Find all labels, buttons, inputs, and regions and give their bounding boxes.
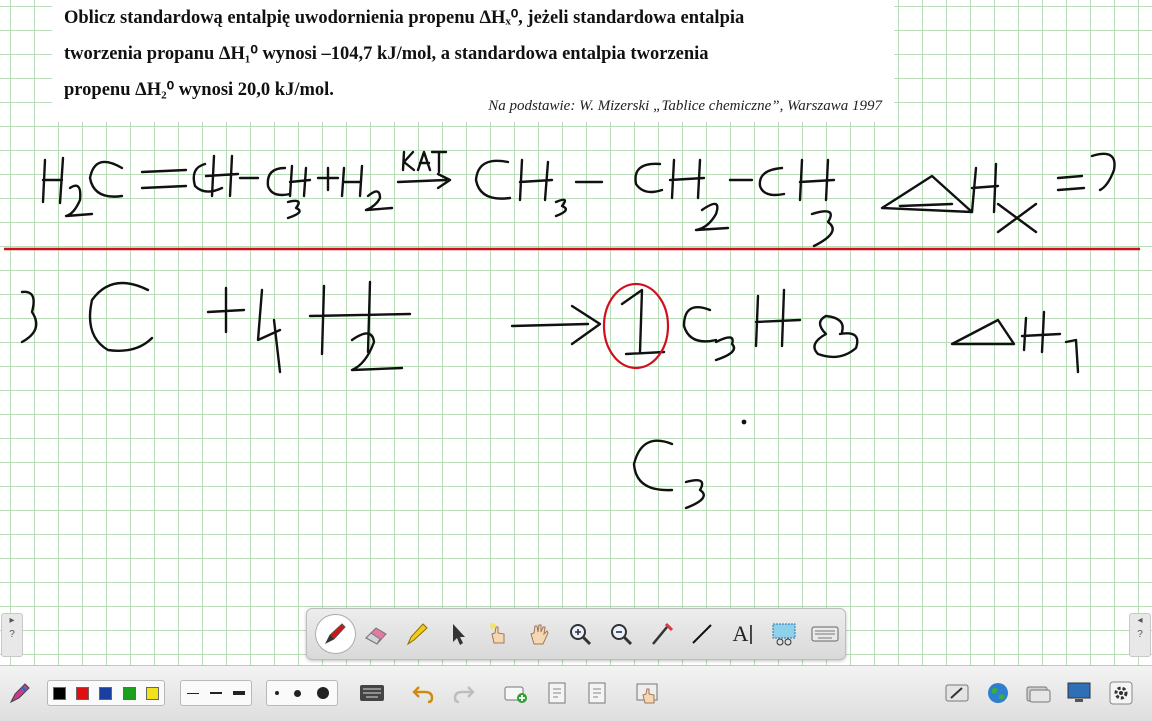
line-width-thick[interactable] [233,691,246,695]
zoom-in-icon [569,624,592,646]
right-scroll-arrow[interactable]: ◂? [1129,613,1151,657]
keyboard-icon [811,626,839,642]
undo-icon [412,686,434,704]
handwriting-layer [4,150,1140,510]
redo-button[interactable] [450,679,478,707]
color-green-swatch[interactable] [122,686,136,700]
color-palette [47,680,165,706]
zoom-in-tool[interactable] [560,614,601,654]
text-icon: A [732,621,749,646]
previous-page-button[interactable] [543,679,571,707]
next-page-button[interactable] [583,679,611,707]
laser-hand-icon [490,623,505,644]
zoom-out-tool[interactable] [600,614,641,654]
dot-size-selector [266,680,338,706]
bottom-toolbar [0,665,1152,721]
ink-partial [632,419,747,510]
dot-size-large[interactable] [317,687,330,699]
edit-panel-icon [945,684,969,702]
capture-tool[interactable] [763,614,804,654]
highlighter-tool[interactable] [397,614,438,654]
previous-page-icon [548,682,566,704]
web-browser-button[interactable] [984,679,1012,707]
line-icon [692,624,712,644]
keyboard-icon [360,685,384,701]
display-button[interactable] [1065,679,1093,707]
globe-icon [988,683,1008,703]
folder-icon [1026,686,1051,703]
select-tool[interactable] [437,614,478,654]
virtual-keyboard-button[interactable] [358,679,386,707]
color-yellow-swatch[interactable] [145,686,159,700]
color-red-swatch[interactable] [76,686,90,700]
laser-pointer-tool[interactable] [478,614,519,654]
color-black-swatch[interactable] [53,686,67,700]
pen-settings-button[interactable] [6,679,34,707]
color-blue-swatch[interactable] [99,686,113,700]
pan-tool[interactable] [519,614,560,654]
magic-pen-icon [651,622,673,645]
pointer-icon [452,624,465,645]
pen-settings-icon [9,683,30,704]
line-tool[interactable] [682,614,723,654]
floating-toolbar: A | [306,608,846,660]
settings-panel-button[interactable] [943,679,971,707]
eraser-tool[interactable] [356,614,397,654]
open-folder-button[interactable] [1024,679,1052,707]
text-tool[interactable]: A | [723,614,764,654]
gesture-icon [636,683,658,704]
monitor-icon [1067,682,1091,702]
next-page-icon [588,682,606,704]
keyboard-tool[interactable] [804,614,845,654]
ink-reaction [41,150,1116,248]
undo-button[interactable] [409,679,437,707]
add-page-button[interactable] [502,679,530,707]
dot-size-small[interactable] [274,691,279,695]
settings-button[interactable] [1107,679,1135,707]
ink-red-circle [602,282,670,370]
pen-tool[interactable] [315,614,356,654]
line-width-selector [180,680,252,706]
redo-icon [453,686,475,704]
line-width-medium[interactable] [209,692,222,694]
whiteboard-canvas[interactable]: Oblicz standardową entalpię uwodornienia… [0,0,1152,665]
pen-icon [325,623,347,645]
eraser-icon [365,627,387,645]
magic-pen-tool[interactable] [641,614,682,654]
capture-icon [772,623,796,646]
gear-icon [1109,681,1133,705]
highlighter-icon [406,623,428,646]
add-page-icon [504,686,527,703]
line-width-thin[interactable] [186,692,199,694]
left-scroll-arrow[interactable]: ▸? [1,613,23,657]
ink-formation [20,280,1080,374]
gesture-button[interactable] [634,679,662,707]
zoom-out-icon [610,624,632,646]
hand-icon [530,624,549,645]
dot-size-medium[interactable] [294,689,302,697]
